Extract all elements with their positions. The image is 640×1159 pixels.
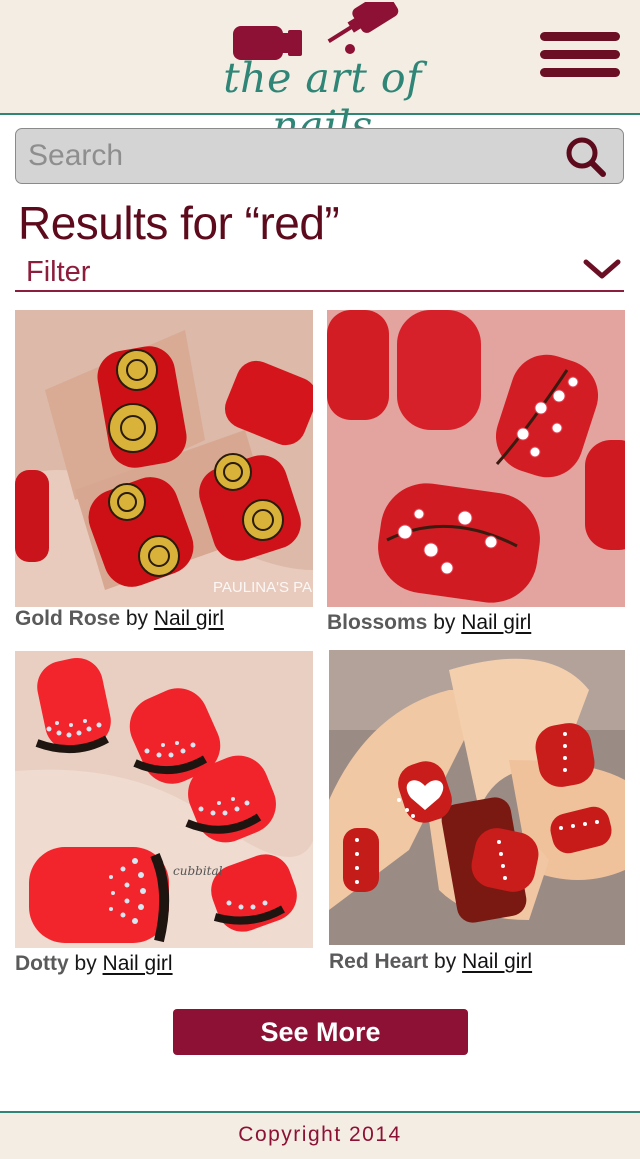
page-title: Results for “red” [18, 197, 340, 249]
result-title: Gold Rose [15, 607, 121, 630]
caption-by: by [125, 607, 149, 630]
result-caption: Blossoms by Nail girl [327, 611, 531, 635]
filter-dropdown[interactable]: Filter [15, 252, 624, 292]
result-title: Red Heart [329, 950, 429, 973]
result-card-red-heart[interactable]: Red Heart by Nail girl [329, 650, 625, 975]
search-bar [15, 128, 624, 184]
hamburger-menu-button[interactable] [540, 30, 622, 80]
watermark-text: cubbital [173, 864, 223, 878]
nail-polish-bottle-icon [233, 2, 399, 60]
caption-by: by [74, 952, 97, 975]
filter-label: Filter [26, 256, 91, 288]
author-link[interactable]: Nail girl [103, 952, 173, 975]
copyright-text: Copyright 2014 [238, 1123, 402, 1146]
chevron-down-icon [583, 259, 621, 279]
result-caption: Gold Rose by Nail girl [15, 607, 224, 631]
author-link[interactable]: Nail girl [154, 607, 224, 630]
result-card-gold-rose[interactable]: PAULINA'S PAS Gold Rose by Nail girl [15, 310, 313, 635]
result-thumbnail[interactable] [327, 310, 625, 607]
menu-bar [540, 68, 620, 77]
result-caption: Dotty by Nail girl [15, 952, 173, 976]
caption-by: by [434, 950, 457, 973]
hamburger-menu-icon [540, 32, 620, 41]
see-more-button[interactable]: See More [173, 1009, 468, 1055]
footer: Copyright 2014 [0, 1111, 640, 1159]
search-input[interactable] [28, 137, 548, 175]
result-caption: Red Heart by Nail girl [329, 950, 532, 974]
result-thumbnail[interactable]: cubbital [15, 651, 313, 948]
result-title: Dotty [15, 952, 69, 975]
search-button[interactable] [564, 135, 608, 179]
result-title: Blossoms [327, 611, 428, 634]
search-icon [566, 137, 606, 177]
header: the art of nails [0, 0, 640, 150]
result-card-blossoms[interactable]: Blossoms by Nail girl [327, 310, 625, 635]
result-thumbnail[interactable] [329, 650, 625, 945]
author-link[interactable]: Nail girl [462, 950, 532, 973]
watermark-text: PAULINA'S PAS [213, 579, 313, 596]
caption-by: by [433, 611, 456, 634]
result-thumbnail[interactable]: PAULINA'S PAS [15, 310, 313, 607]
menu-bar [540, 50, 620, 59]
logo[interactable]: the art of nails [195, 2, 450, 150]
result-card-dotty[interactable]: cubbital Dotty by Nail girl [15, 651, 313, 976]
author-link[interactable]: Nail girl [461, 611, 531, 634]
